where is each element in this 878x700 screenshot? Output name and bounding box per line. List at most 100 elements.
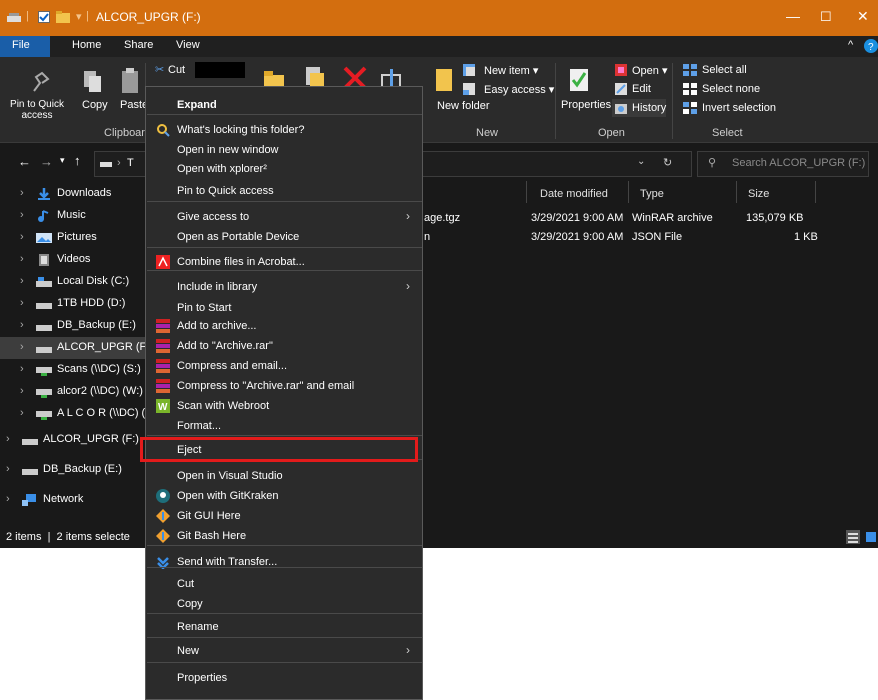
maximize-icon[interactable]: ☐ xyxy=(820,9,832,25)
paste-button[interactable]: Paste xyxy=(120,99,148,111)
nav-label: DB_Backup (E:) xyxy=(57,319,136,331)
collapse-ribbon-icon[interactable]: ^ xyxy=(848,39,853,51)
menu-item-compress-and-email[interactable]: Compress and email... xyxy=(146,355,422,377)
column-type[interactable]: Type xyxy=(640,188,664,200)
expand-chevron-icon[interactable]: › xyxy=(20,341,24,353)
expand-chevron-icon[interactable]: › xyxy=(20,363,24,375)
nav-item-pictures[interactable]: › Pictures xyxy=(0,227,150,249)
expand-chevron-icon[interactable]: › xyxy=(20,319,24,331)
file-name: n xyxy=(424,231,431,243)
menu-item-label: Pin to Start xyxy=(177,302,232,314)
menu-item-add-to-archive-rar[interactable]: Add to "Archive.rar" xyxy=(146,335,422,357)
history-button[interactable]: History xyxy=(612,99,666,117)
file-tab[interactable]: File xyxy=(0,36,50,57)
checkbox-icon[interactable] xyxy=(38,11,50,23)
nav-item-local-disk[interactable]: › Local Disk (C:) xyxy=(0,271,150,293)
menu-item-rename[interactable]: Rename xyxy=(146,616,422,638)
tab-share[interactable]: Share xyxy=(124,39,153,51)
cut-button[interactable]: Cut xyxy=(168,64,185,76)
nav-item-alcor-z[interactable]: › A L C O R (\\DC) (Z xyxy=(0,403,152,425)
close-icon[interactable]: ✕ xyxy=(857,8,869,25)
new-folder-button[interactable]: New folder xyxy=(437,101,490,112)
menu-item-copy[interactable]: Copy xyxy=(146,593,422,615)
table-row[interactable]: n 3/29/2021 9:00 AM JSON File 1 KB xyxy=(420,231,820,249)
menu-item-send-with-transfer[interactable]: Send with Transfer... xyxy=(146,551,422,573)
help-icon[interactable]: ? xyxy=(864,39,878,53)
expand-chevron-icon[interactable]: › xyxy=(6,463,10,475)
details-view-icon[interactable] xyxy=(846,530,860,544)
select-all-button[interactable]: Select all xyxy=(702,64,747,76)
nav-item-alcor-upgr-selected[interactable]: › ALCOR_UPGR (F:) xyxy=(0,337,153,359)
nav-item-network[interactable]: › Network xyxy=(0,489,150,511)
nav-item-alcor-upgr[interactable]: › ALCOR_UPGR (F:) xyxy=(0,429,150,451)
forward-arrow-icon[interactable]: → xyxy=(40,154,53,169)
expand-chevron-icon[interactable]: › xyxy=(20,231,24,243)
nav-item-alcor2[interactable]: › alcor2 (\\DC) (W:) xyxy=(0,381,150,403)
back-arrow-icon[interactable]: ← xyxy=(18,154,31,169)
nav-item-1tb-hdd[interactable]: › 1TB HDD (D:) xyxy=(0,293,150,315)
menu-item-git-bash-here[interactable]: Git Bash Here xyxy=(146,525,422,547)
easy-access-button[interactable]: Easy access ▾ xyxy=(484,83,554,96)
new-item-button[interactable]: New item ▾ xyxy=(484,64,538,77)
column-date-modified[interactable]: Date modified xyxy=(540,188,608,200)
column-size[interactable]: Size xyxy=(748,188,769,200)
new-folder-icon xyxy=(436,69,452,91)
invert-selection-button[interactable]: Invert selection xyxy=(702,102,776,114)
menu-item-git-gui-here[interactable]: Git GUI Here xyxy=(146,505,422,527)
nav-item-db-backup-root[interactable]: › DB_Backup (E:) xyxy=(0,459,150,481)
breadcrumb[interactable]: T xyxy=(127,157,134,169)
expand-chevron-icon[interactable]: › xyxy=(20,297,24,309)
select-none-button[interactable]: Select none xyxy=(702,83,760,95)
column-headers: Date modified Type Size xyxy=(420,183,878,205)
quick-access-dropdown-icon[interactable]: ▾ xyxy=(76,10,82,23)
menu-item-cut[interactable]: Cut xyxy=(146,573,422,595)
large-icons-view-icon[interactable] xyxy=(864,530,878,544)
address-dropdown-icon[interactable]: ⌄ xyxy=(637,156,645,167)
nav-item-videos[interactable]: › Videos xyxy=(0,249,150,271)
menu-item-pin-to-quick-access[interactable]: Pin to Quick access xyxy=(146,180,422,202)
menu-item-give-access-to[interactable]: Give access to › xyxy=(146,206,422,228)
edit-button[interactable]: Edit xyxy=(632,83,651,95)
pin-to-quick-access-button[interactable]: Pin to Quick access xyxy=(2,99,72,121)
menu-item-what-s-locking-this-folder[interactable]: What's locking this folder? xyxy=(146,119,422,141)
nav-item-scans[interactable]: › Scans (\\DC) (S:) xyxy=(0,359,150,381)
table-row[interactable]: age.tgz 3/29/2021 9:00 AM WinRAR archive… xyxy=(420,212,820,230)
menu-item-properties[interactable]: Properties xyxy=(146,667,422,689)
menu-item-expand[interactable]: Expand xyxy=(146,94,422,116)
tab-home[interactable]: Home xyxy=(72,39,101,51)
refresh-icon[interactable]: ↻ xyxy=(663,156,672,169)
address-bar-row: ← → ▾ ↑ › T ⌄ ↻ ⚲ Search ALCOR_UPGR (F:) xyxy=(0,143,878,183)
expand-chevron-icon[interactable]: › xyxy=(20,253,24,265)
open-button[interactable]: Open ▾ xyxy=(632,64,668,77)
up-arrow-icon[interactable]: ↑ xyxy=(74,153,81,168)
expand-chevron-icon[interactable]: › xyxy=(20,187,24,199)
menu-item-open-in-visual-studio[interactable]: Open in Visual Studio xyxy=(146,465,422,487)
nav-item-downloads[interactable]: › Downloads xyxy=(0,183,150,205)
expand-chevron-icon[interactable]: › xyxy=(20,209,24,221)
folder-icon[interactable] xyxy=(56,11,70,23)
nav-label: Local Disk (C:) xyxy=(57,275,130,287)
menu-item-open-as-portable-device[interactable]: Open as Portable Device xyxy=(146,226,422,248)
expand-chevron-icon[interactable]: › xyxy=(20,275,24,287)
menu-item-new[interactable]: New › xyxy=(146,640,422,662)
nav-item-music[interactable]: › Music xyxy=(0,205,150,227)
expand-chevron-icon[interactable]: › xyxy=(20,385,24,397)
menu-item-scan-with-webroot[interactable]: W Scan with Webroot xyxy=(146,395,422,417)
expand-chevron-icon[interactable]: › xyxy=(6,493,10,505)
minimize-icon[interactable]: — xyxy=(786,8,800,24)
menu-item-include-in-library[interactable]: Include in library › xyxy=(146,276,422,298)
menu-separator xyxy=(147,247,422,248)
tab-view[interactable]: View xyxy=(176,39,200,51)
menu-item-add-to-archive[interactable]: Add to archive... xyxy=(146,315,422,337)
menu-item-format[interactable]: Format... xyxy=(146,415,422,437)
expand-chevron-icon[interactable]: › xyxy=(20,407,24,419)
recent-locations-icon[interactable]: ▾ xyxy=(60,155,65,166)
properties-button[interactable]: Properties xyxy=(561,99,611,111)
nav-item-db-backup[interactable]: › DB_Backup (E:) xyxy=(0,315,150,337)
search-input[interactable]: ⚲ Search ALCOR_UPGR (F:) xyxy=(697,151,869,177)
menu-item-open-with-xplorer[interactable]: Open with xplorer² xyxy=(146,158,422,180)
menu-item-compress-to-archive-rar-and-email[interactable]: Compress to "Archive.rar" and email xyxy=(146,375,422,397)
copy-button[interactable]: Copy xyxy=(82,99,108,111)
expand-chevron-icon[interactable]: › xyxy=(6,433,10,445)
menu-item-open-with-gitkraken[interactable]: Open with GitKraken xyxy=(146,485,422,507)
